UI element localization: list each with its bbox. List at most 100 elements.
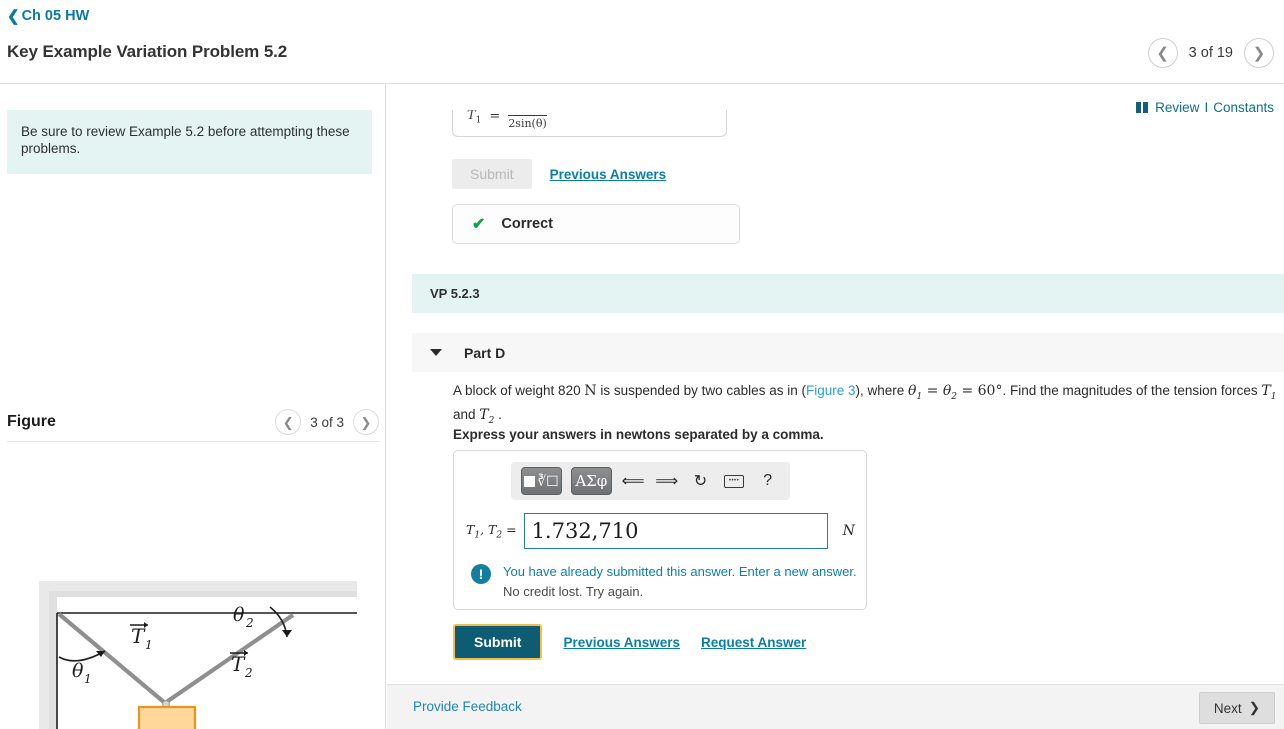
svg-text:T: T <box>231 652 246 676</box>
previous-part-equals: = <box>489 110 501 124</box>
question-t2: T2 <box>479 406 495 426</box>
correct-label: Correct <box>501 216 553 232</box>
review-constants-separator: I <box>1204 100 1209 115</box>
submit-button[interactable]: Submit <box>453 624 543 660</box>
right-panel: Review I Constants T1 = 2sin(θ) Submit P… <box>387 84 1284 729</box>
figure-svg: T 1 θ 1 T 2 θ 2 <box>39 581 357 729</box>
question-part-4: . Find the magnitudes of the tension for… <box>1002 383 1262 398</box>
question-theta1: θ1 <box>908 383 923 402</box>
prev-problem-button[interactable]: ❮ <box>1147 38 1178 68</box>
chevron-left-icon: ❮ <box>7 7 20 25</box>
previous-answers-link-part-c[interactable]: Previous Answers <box>550 167 667 182</box>
figure-label-t1: T 1 <box>130 622 153 652</box>
page-header: ❮ Ch 05 HW Key Example Variation Problem… <box>0 0 1284 83</box>
part-d-label: Part D <box>464 344 506 361</box>
answer-actions: Submit Previous Answers Request Answer <box>453 624 806 660</box>
fraction-numerator <box>508 110 546 114</box>
svg-text:θ: θ <box>72 660 84 682</box>
figure-next-button[interactable]: ❯ <box>353 409 379 435</box>
previous-part-fraction: 2sin(θ) <box>508 110 547 130</box>
alert-main-text: You have already submitted this answer. … <box>503 564 857 579</box>
review-note: Be sure to review Example 5.2 before att… <box>7 110 372 174</box>
previous-part-actions: Submit Previous Answers <box>452 159 666 189</box>
reset-icon[interactable]: ↻ <box>688 468 713 494</box>
fraction-denominator: 2sin(θ) <box>508 117 547 130</box>
figure-pager-label: 3 of 3 <box>310 414 344 430</box>
figure-header: Figure ❮ 3 of 3 ❯ <box>7 409 379 435</box>
chevron-right-icon: ❯ <box>1248 700 1260 715</box>
question-eq2: = 60 <box>957 383 996 399</box>
answer-unit-label: N <box>842 523 855 539</box>
svg-text:2: 2 <box>244 666 253 680</box>
vp-banner: VP 5.2.3 <box>412 274 1284 313</box>
exclamation-icon: ! <box>471 564 491 584</box>
question-unit-newton: N <box>584 383 597 399</box>
review-constants[interactable]: Review I Constants <box>1136 100 1274 115</box>
previous-part-lhs: T1 <box>467 110 482 126</box>
question-part-1: A block of weight 820 <box>453 383 585 398</box>
alert-text-block: You have already submitted this answer. … <box>503 563 857 601</box>
redo-icon[interactable]: ⟹ <box>654 468 679 494</box>
alert-sub-text: No credit lost. Try again. <box>503 584 644 599</box>
column-divider <box>385 84 386 729</box>
figure-label-theta2: θ 2 <box>233 604 254 630</box>
answer-input[interactable] <box>523 513 828 549</box>
question-theta2: θ2 <box>942 383 958 402</box>
correct-status-box: ✔ Correct <box>452 204 740 244</box>
question-part-5: and <box>453 406 480 422</box>
question-part-3: ), where <box>855 383 909 398</box>
problem-page: ❮ Ch 05 HW Key Example Variation Problem… <box>0 0 1284 729</box>
submit-button-disabled: Submit <box>452 159 532 189</box>
figure-divider <box>7 441 379 442</box>
next-problem-button[interactable]: ❯ <box>1244 38 1274 68</box>
part-d-header[interactable]: Part D <box>412 333 1284 372</box>
figure-prev-button[interactable]: ❮ <box>275 409 302 435</box>
next-button[interactable]: Next ❯ <box>1198 692 1275 724</box>
question-part-2: is suspended by two cables as in ( <box>596 383 806 398</box>
svg-text:1: 1 <box>84 672 92 686</box>
answer-variable-label: T1, T2 = <box>466 521 517 541</box>
review-link[interactable]: Review <box>1155 100 1199 115</box>
constants-link[interactable]: Constants <box>1213 100 1274 115</box>
figure-diagram: T 1 θ 1 T 2 θ 2 <box>35 579 365 729</box>
next-button-label: Next <box>1213 700 1242 716</box>
question-part-6: . <box>494 406 502 422</box>
svg-text:1: 1 <box>145 638 153 652</box>
answer-input-row: T1, T2 = N <box>466 513 855 549</box>
previous-answers-link[interactable]: Previous Answers <box>563 635 680 650</box>
figure-title: Figure <box>7 413 56 430</box>
previous-part-answer-box[interactable]: T1 = 2sin(θ) <box>452 110 727 137</box>
caret-down-icon[interactable] <box>430 349 442 356</box>
svg-text:θ: θ <box>233 604 245 626</box>
problem-pager: ❮ 3 of 19 ❯ <box>1147 38 1274 68</box>
page-title: Key Example Variation Problem 5.2 <box>7 42 288 61</box>
previous-part-expression: T1 = 2sin(θ) <box>467 110 547 130</box>
problem-pager-label: 3 of 19 <box>1188 45 1233 61</box>
template-icon: ∛☐ <box>524 474 559 488</box>
fraction-bar <box>508 115 547 116</box>
figure-pager: ❮ 3 of 3 ❯ <box>275 409 379 435</box>
footer-bar: Provide Feedback Next ❯ <box>387 684 1284 729</box>
svg-text:2: 2 <box>245 616 254 630</box>
keyboard-icon[interactable]: •••• <box>722 468 747 494</box>
breadcrumb-label: Ch 05 HW <box>21 8 90 24</box>
breadcrumb-ch05hw[interactable]: ❮ Ch 05 HW <box>7 8 89 24</box>
question-text: A block of weight 820 N is suspended by … <box>453 381 1283 428</box>
figure-label-theta1: θ 1 <box>72 660 92 686</box>
greek-symbols-button[interactable]: ΑΣφ <box>570 467 612 495</box>
math-toolbar: ∛☐ ΑΣφ ⟸ ⟹ ↻ •••• ? <box>511 462 790 500</box>
figure-label-t2: T 2 <box>230 650 253 680</box>
undo-icon[interactable]: ⟸ <box>621 468 646 494</box>
question-t1: T1 <box>1261 383 1277 402</box>
question-eq1: = <box>922 383 943 399</box>
answer-alert: ! You have already submitted this answer… <box>471 563 857 601</box>
help-icon[interactable]: ? <box>755 468 780 494</box>
book-icon <box>1136 102 1149 113</box>
figure-3-link[interactable]: Figure 3 <box>806 383 856 398</box>
svg-text:T: T <box>131 624 146 648</box>
math-template-button[interactable]: ∛☐ <box>521 467 562 495</box>
provide-feedback-link[interactable]: Provide Feedback <box>413 699 522 714</box>
request-answer-link[interactable]: Request Answer <box>701 635 806 650</box>
answer-instruction: Express your answers in newtons separate… <box>453 427 824 442</box>
check-icon: ✔ <box>472 216 486 233</box>
